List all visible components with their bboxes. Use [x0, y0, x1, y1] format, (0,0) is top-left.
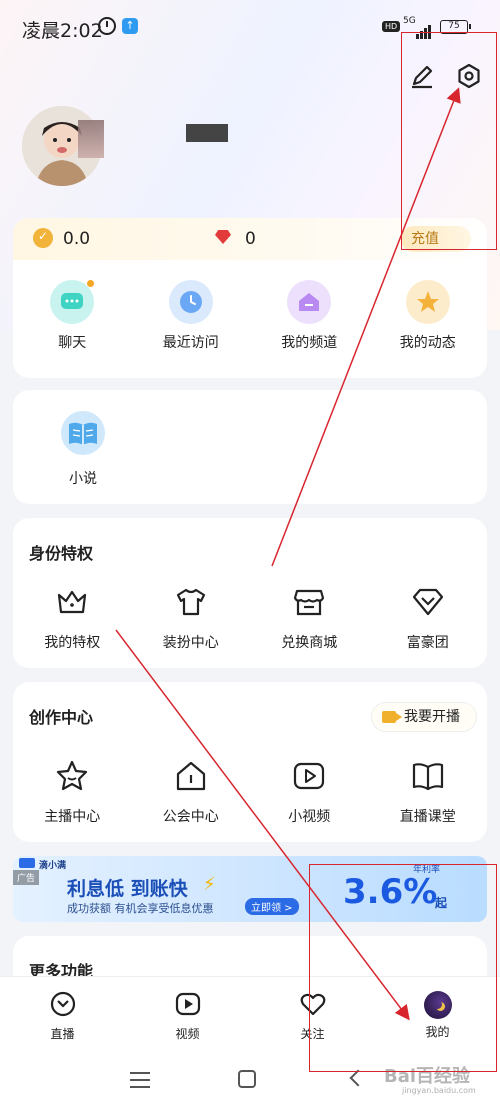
annotation-arrows [115, 87, 461, 1021]
